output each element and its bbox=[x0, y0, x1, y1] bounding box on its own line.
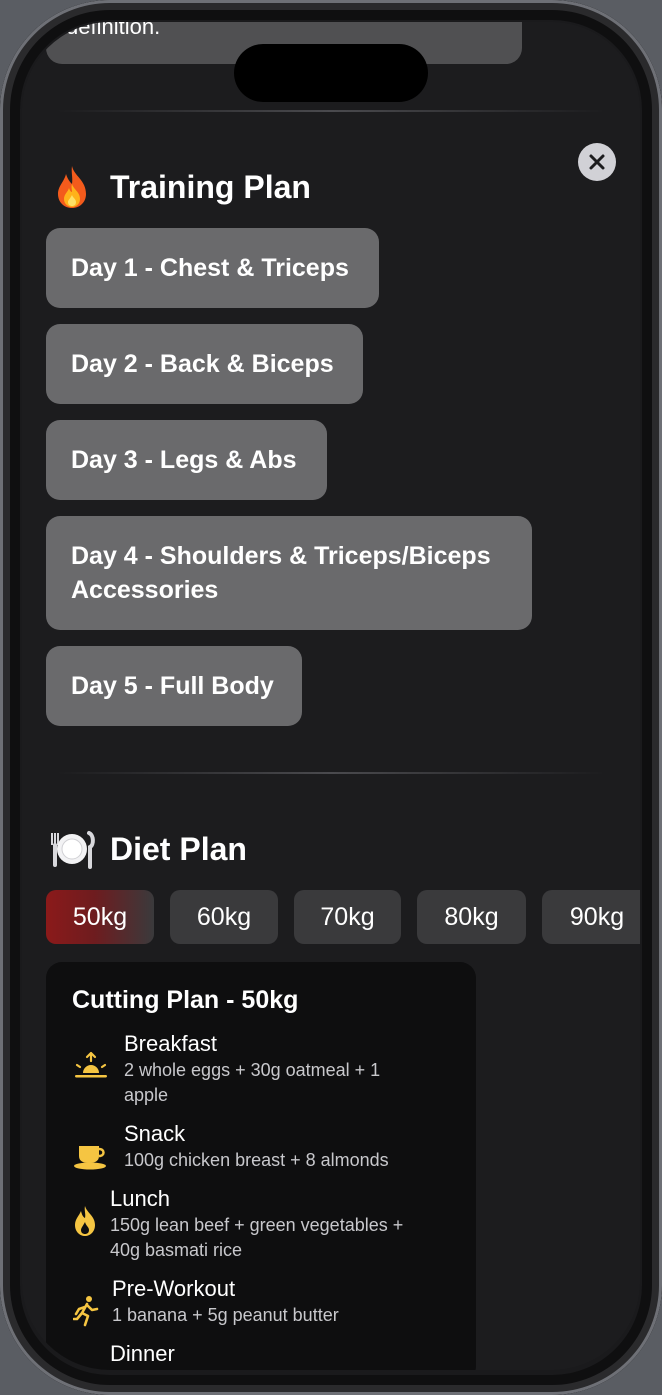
meal-item-pre-workout: Pre-Workout 1 banana + 5g peanut butter bbox=[72, 1275, 339, 1331]
meal-description: 2 whole eggs + 30g oatmeal + 1 apple bbox=[124, 1060, 381, 1105]
meal-name: Snack bbox=[124, 1121, 186, 1146]
meal-name: Lunch bbox=[110, 1186, 170, 1211]
divider-top bbox=[56, 110, 606, 112]
device-frame: definition. Training Plan Day 1 - Chest … bbox=[0, 0, 662, 1395]
meal-item-lunch: Lunch 150g lean beef + green vegetables … bbox=[72, 1185, 410, 1263]
meal-name: Breakfast bbox=[124, 1031, 217, 1056]
meal-item-breakfast: Breakfast 2 whole eggs + 30g oatmeal + 1… bbox=[72, 1030, 394, 1108]
weight-chip-80kg[interactable]: 80kg bbox=[417, 890, 526, 944]
plate-cutlery-icon bbox=[48, 825, 96, 873]
day-2-button[interactable]: Day 2 - Back & Biceps bbox=[46, 324, 363, 404]
training-plan-title: Training Plan bbox=[110, 168, 311, 205]
day-4-label: Day 4 - Shoulders & Triceps/Biceps Acces… bbox=[71, 542, 491, 604]
flame-icon bbox=[72, 1201, 98, 1241]
close-icon bbox=[589, 154, 605, 170]
weight-chip-label: 90kg bbox=[569, 902, 625, 931]
fire-icon bbox=[48, 163, 96, 211]
dynamic-island bbox=[234, 44, 428, 102]
screen: definition. Training Plan Day 1 - Chest … bbox=[22, 22, 640, 1370]
day-3-label: Day 3 - Legs & Abs bbox=[71, 446, 297, 474]
day-1-button[interactable]: Day 1 - Chest & Triceps bbox=[46, 228, 379, 308]
meal-description: 1 banana + 5g peanut butter bbox=[112, 1305, 339, 1325]
meal-item-snack: Snack 100g chicken breast + 8 almonds bbox=[72, 1120, 389, 1176]
diet-plan-title: Diet Plan bbox=[110, 830, 247, 867]
meal-item-dinner: Dinner bbox=[110, 1340, 175, 1368]
weight-chip-label: 60kg bbox=[196, 902, 252, 931]
day-4-button[interactable]: Day 4 - Shoulders & Triceps/Biceps Acces… bbox=[46, 516, 532, 630]
meal-plan-title: Cutting Plan - 50kg bbox=[72, 986, 299, 1014]
sunrise-icon bbox=[72, 1046, 110, 1086]
previous-card-text: definition. bbox=[66, 22, 161, 39]
meal-plan-card: Cutting Plan - 50kg Breakfast 2 whole eg… bbox=[46, 962, 476, 1370]
day-5-button[interactable]: Day 5 - Full Body bbox=[46, 646, 302, 726]
day-3-button[interactable]: Day 3 - Legs & Abs bbox=[46, 420, 327, 500]
running-icon bbox=[72, 1291, 100, 1331]
day-2-label: Day 2 - Back & Biceps bbox=[71, 350, 334, 378]
training-plan-heading: Training Plan bbox=[48, 163, 311, 211]
meal-name: Dinner bbox=[110, 1341, 175, 1366]
meal-description: 100g chicken breast + 8 almonds bbox=[124, 1150, 389, 1170]
diet-plan-heading: Diet Plan bbox=[48, 825, 247, 873]
cup-icon bbox=[72, 1136, 110, 1176]
day-5-label: Day 5 - Full Body bbox=[71, 672, 274, 700]
weight-chip-90kg[interactable]: 90kg bbox=[542, 890, 640, 944]
weight-chip-70kg[interactable]: 70kg bbox=[294, 890, 401, 944]
weight-chip-label: 50kg bbox=[72, 902, 128, 931]
weight-chip-label: 70kg bbox=[320, 902, 375, 931]
weight-chip-60kg[interactable]: 60kg bbox=[170, 890, 278, 944]
meal-name: Pre-Workout bbox=[112, 1276, 236, 1301]
meal-description: 150g lean beef + green vegetables + 40g … bbox=[110, 1215, 404, 1260]
weight-chip-50kg[interactable]: 50kg bbox=[46, 890, 154, 944]
weight-selector: 50kg 60kg 70kg 80kg 90kg bbox=[46, 890, 640, 944]
weight-chip-label: 80kg bbox=[444, 902, 499, 931]
day-1-label: Day 1 - Chest & Triceps bbox=[71, 254, 349, 282]
close-button[interactable] bbox=[578, 143, 616, 181]
divider-middle bbox=[56, 772, 606, 774]
